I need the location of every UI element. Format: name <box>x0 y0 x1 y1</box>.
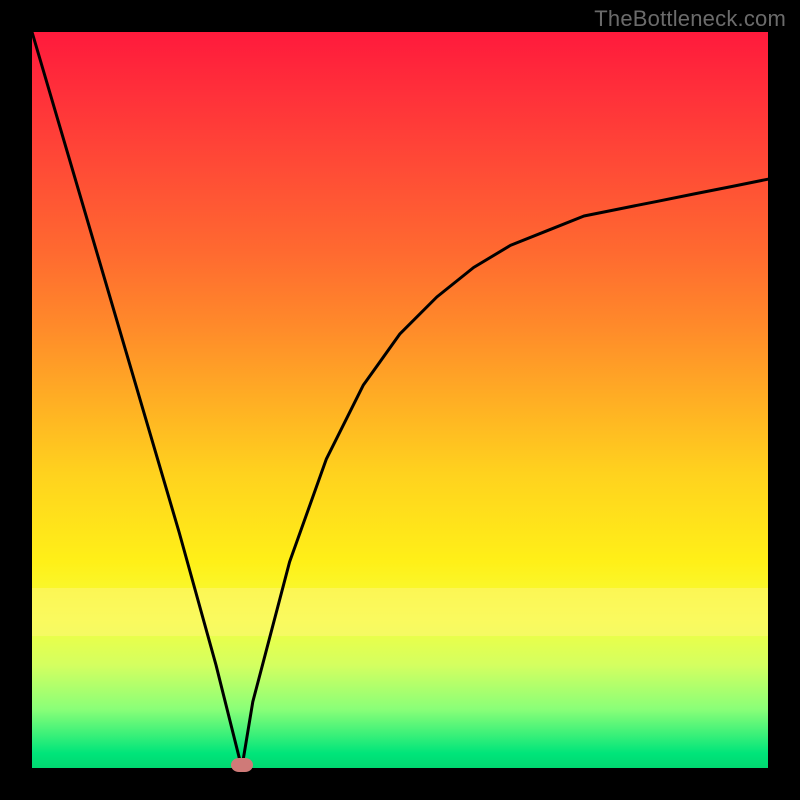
chart-frame: TheBottleneck.com <box>0 0 800 800</box>
minimum-marker <box>231 758 253 772</box>
watermark-text: TheBottleneck.com <box>594 6 786 32</box>
plot-area <box>32 32 768 768</box>
bottleneck-curve <box>32 32 768 768</box>
